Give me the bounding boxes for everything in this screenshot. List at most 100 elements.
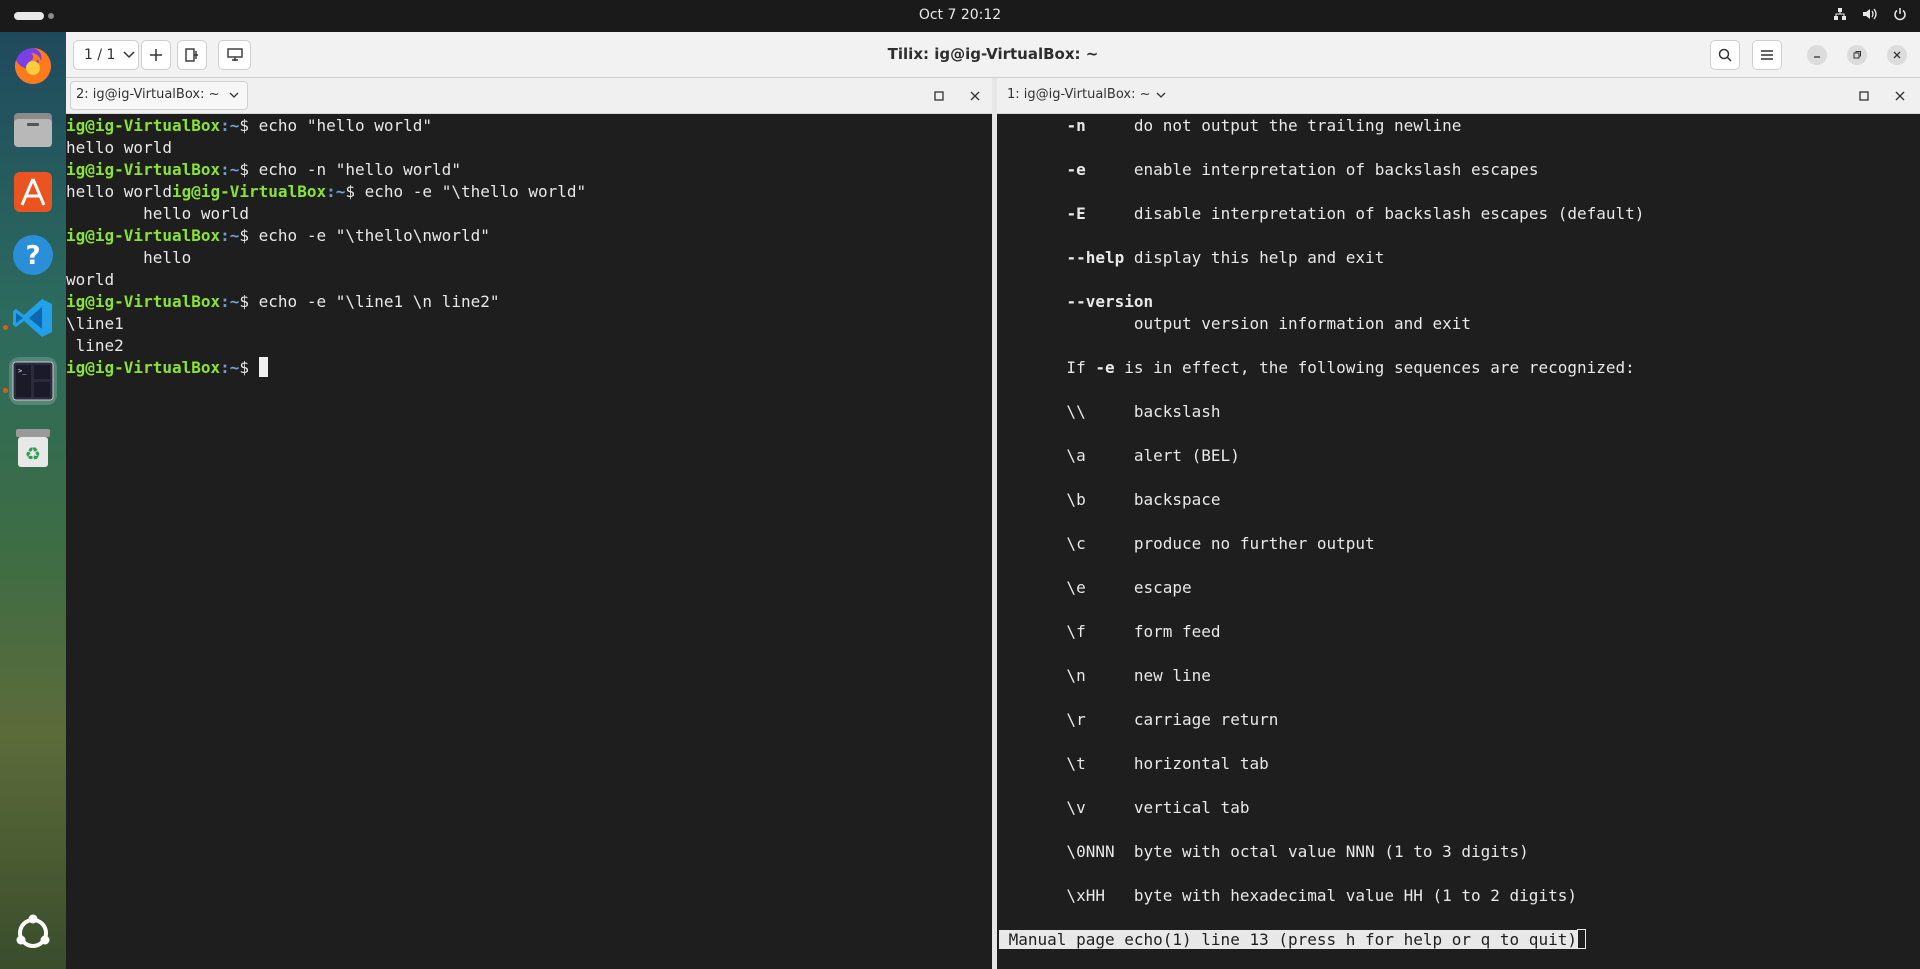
command-text: $ bbox=[239, 358, 259, 377]
tilix-icon[interactable]: >_ bbox=[9, 357, 57, 405]
add-terminal-right-button[interactable] bbox=[177, 40, 207, 70]
man-line bbox=[999, 225, 1920, 247]
maximize-pane-icon[interactable] bbox=[1859, 91, 1869, 101]
prompt-user: ig@ig-VirtualBox bbox=[66, 292, 221, 311]
find-button[interactable] bbox=[1710, 40, 1740, 70]
close-pane-icon[interactable] bbox=[970, 91, 980, 101]
minimize-button[interactable] bbox=[1807, 45, 1827, 65]
prompt-path: :~ bbox=[220, 226, 240, 245]
man-line bbox=[999, 731, 1920, 753]
help-icon[interactable]: ? bbox=[9, 231, 57, 279]
command-text: $ echo -e "\line1 \n line2" bbox=[239, 292, 500, 311]
firefox-icon[interactable] bbox=[9, 42, 57, 90]
man-description: display this help and exit bbox=[1124, 248, 1385, 267]
terminal-title-left: 2: ig@ig-VirtualBox: ~ bbox=[76, 87, 220, 102]
maximize-button[interactable] bbox=[1847, 45, 1867, 65]
man-option: -e bbox=[1066, 160, 1086, 179]
dock: ? >_ ♻ bbox=[0, 32, 66, 969]
man-text: \e escape bbox=[999, 578, 1192, 597]
man-line bbox=[999, 819, 1920, 841]
prompt-path: :~ bbox=[220, 116, 240, 135]
man-line: \e escape bbox=[999, 577, 1920, 599]
man-status-row: Manual page echo(1) line 13 (press h for… bbox=[999, 929, 1920, 951]
man-description: disable interpretation of backslash esca… bbox=[1085, 204, 1645, 223]
man-option: --help bbox=[1066, 248, 1125, 267]
terminal-pane-right: 1: ig@ig-VirtualBox: ~ -n do not output … bbox=[997, 78, 1920, 969]
svg-text:>_: >_ bbox=[18, 367, 27, 375]
prompt-path: :~ bbox=[220, 292, 240, 311]
app-center-icon[interactable] bbox=[9, 168, 57, 216]
man-line: \v vertical tab bbox=[999, 797, 1920, 819]
network-icon[interactable] bbox=[1832, 7, 1848, 25]
search-icon bbox=[1718, 48, 1732, 62]
chevron-down-icon bbox=[1156, 92, 1166, 98]
terminal-cursor bbox=[258, 357, 268, 377]
man-line: -n do not output the trailing newline bbox=[999, 115, 1920, 137]
terminal-line: \line1 bbox=[66, 313, 992, 335]
trash-icon[interactable]: ♻ bbox=[9, 424, 57, 472]
man-line: \\ backslash bbox=[999, 401, 1920, 423]
terminal-line: ig@ig-VirtualBox:~$ echo -n "hello world… bbox=[66, 159, 992, 181]
vscode-running-indicator bbox=[3, 325, 8, 330]
terminal-line: ig@ig-VirtualBox:~$ echo -e "\line1 \n l… bbox=[66, 291, 992, 313]
close-pane-icon[interactable] bbox=[1895, 91, 1905, 101]
man-line: \r carriage return bbox=[999, 709, 1920, 731]
terminal-titlebar-left: 2: ig@ig-VirtualBox: ~ bbox=[66, 78, 992, 114]
man-line: --version bbox=[999, 291, 1920, 313]
man-status-line: Manual page echo(1) line 13 (press h for… bbox=[999, 930, 1577, 949]
vscode-icon[interactable] bbox=[9, 294, 57, 342]
man-option: -E bbox=[1066, 204, 1086, 223]
session-switcher[interactable]: 1 / 1 bbox=[73, 40, 139, 70]
terminal-title-right[interactable]: 1: ig@ig-VirtualBox: ~ bbox=[1007, 87, 1151, 102]
man-line bbox=[999, 907, 1920, 929]
show-apps-icon[interactable] bbox=[9, 909, 57, 957]
man-line bbox=[999, 335, 1920, 357]
svg-text:?: ? bbox=[25, 241, 40, 271]
man-line bbox=[999, 467, 1920, 489]
man-line: -E disable interpretation of backslash e… bbox=[999, 203, 1920, 225]
output-text: \line1 bbox=[66, 314, 124, 333]
maximize-pane-icon[interactable] bbox=[934, 91, 944, 101]
prompt-user: ig@ig-VirtualBox bbox=[66, 116, 221, 135]
man-text: \a alert (BEL) bbox=[999, 446, 1240, 465]
close-button[interactable] bbox=[1887, 45, 1907, 65]
power-icon[interactable] bbox=[1892, 7, 1908, 25]
minimize-icon bbox=[1814, 56, 1820, 58]
man-line: \a alert (BEL) bbox=[999, 445, 1920, 467]
man-text: \v vertical tab bbox=[999, 798, 1250, 817]
terminal-pane-left: 2: ig@ig-VirtualBox: ~ ig@ig-VirtualBox:… bbox=[66, 78, 992, 969]
add-terminal-down-button[interactable] bbox=[218, 40, 251, 70]
chevron-down-icon bbox=[229, 92, 239, 98]
files-icon[interactable] bbox=[9, 105, 57, 153]
terminal-output-right[interactable]: -n do not output the trailing newline -e… bbox=[997, 114, 1920, 969]
chevron-down-icon bbox=[123, 51, 135, 59]
system-tray[interactable] bbox=[1832, 7, 1908, 25]
window-title: Tilix: ig@ig-VirtualBox: ~ bbox=[887, 45, 1099, 63]
man-line bbox=[999, 687, 1920, 709]
command-text: $ echo -e "\thello\nworld" bbox=[239, 226, 490, 245]
man-line: \n new line bbox=[999, 665, 1920, 687]
man-line bbox=[999, 775, 1920, 797]
split-down-icon bbox=[226, 48, 243, 61]
man-text: \b backspace bbox=[999, 490, 1221, 509]
add-session-button[interactable] bbox=[141, 40, 171, 70]
prompt-path: :~ bbox=[220, 160, 240, 179]
terminal-output-left[interactable]: ig@ig-VirtualBox:~$ echo "hello world" he… bbox=[66, 114, 992, 969]
man-option: -n bbox=[1066, 116, 1086, 135]
terminal-line: ig@ig-VirtualBox:~$ echo "hello world" bbox=[66, 115, 992, 137]
command-text: $ echo "hello world" bbox=[239, 116, 433, 135]
terminal-line: ig@ig-VirtualBox:~$ bbox=[66, 357, 992, 379]
main-menu-button[interactable] bbox=[1752, 40, 1782, 70]
man-text: is in effect, the following sequences ar… bbox=[1114, 358, 1635, 377]
terminal-line: hello world bbox=[66, 137, 992, 159]
clock[interactable]: Oct 7 20:12 bbox=[0, 7, 1920, 23]
man-line: -e enable interpretation of backslash es… bbox=[999, 159, 1920, 181]
plus-icon bbox=[150, 49, 162, 61]
man-line bbox=[999, 863, 1920, 885]
command-text: $ echo -n "hello world" bbox=[239, 160, 461, 179]
man-line bbox=[999, 599, 1920, 621]
volume-icon[interactable] bbox=[1862, 7, 1878, 25]
man-line bbox=[999, 181, 1920, 203]
close-icon bbox=[1893, 51, 1901, 59]
hamburger-menu-icon bbox=[1761, 50, 1773, 60]
